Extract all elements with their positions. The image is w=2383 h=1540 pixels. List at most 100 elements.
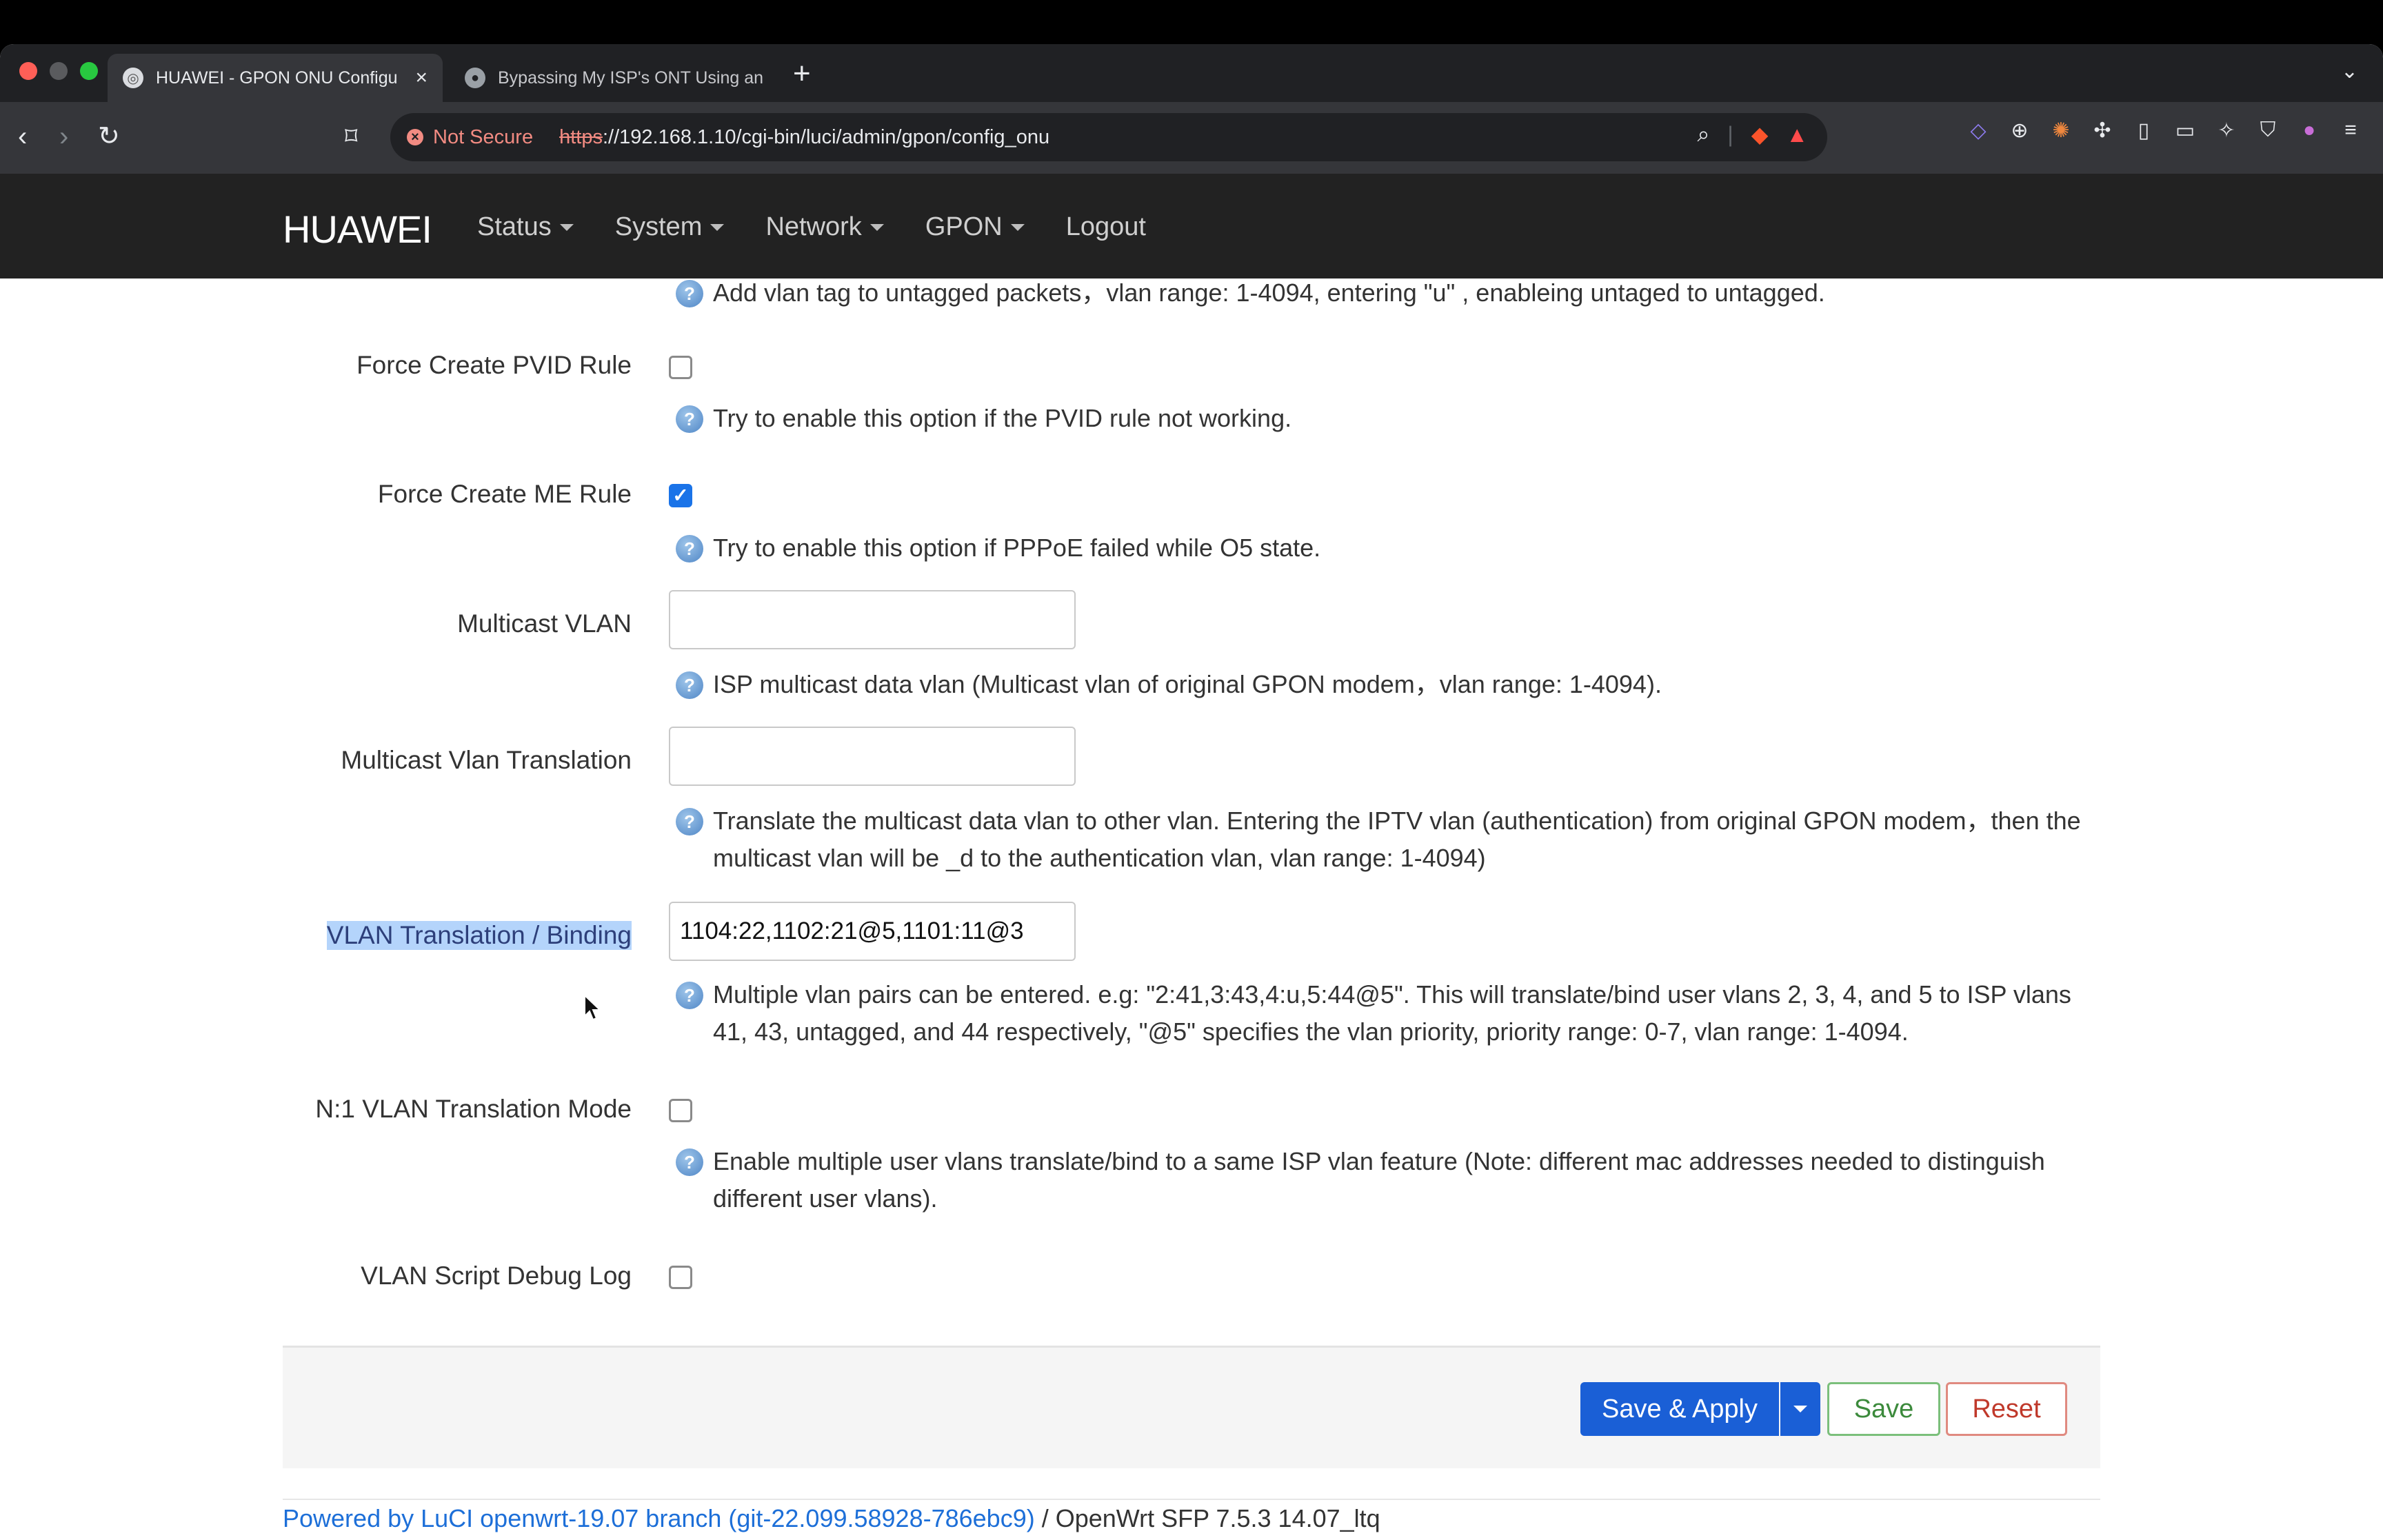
divider: | [1727,121,1733,147]
browser-window: ◎ HUAWEI - GPON ONU Configu × ● Bypassin… [0,44,2383,1540]
force-me-checkbox[interactable]: ✓ [669,484,692,507]
spark-icon[interactable]: ✺ [2048,117,2074,143]
menu-status[interactable]: Status [477,212,574,242]
leo-icon[interactable]: ✧ [2213,117,2240,143]
brave-shield-icon[interactable]: ◆ [1751,121,1769,148]
brave-rewards-icon[interactable]: ▲ [1786,122,1808,148]
menu-icon[interactable]: ≡ [2337,117,2364,143]
footer-divider [283,1499,2100,1500]
extension-icon[interactable]: ◇ [1965,117,1991,143]
menu-network[interactable]: Network [765,212,884,242]
footer-version: / OpenWrt SFP 7.5.3 14.07_ltq [1034,1504,1380,1532]
menu-gpon[interactable]: GPON [925,212,1025,242]
help-line: 41, 43, untagged, and 44 respectively, "… [713,1017,1909,1046]
help-line: Multiple vlan pairs can be entered. e.g:… [713,980,2071,1009]
reset-button[interactable]: Reset [1946,1382,2067,1436]
brand-logo[interactable]: HUAWEI [283,207,432,252]
force-me-help: ? Try to enable this option if PPPoE fai… [676,529,2107,567]
sidebar-icon[interactable]: ▯ [2131,117,2157,143]
menu-logout[interactable]: Logout [1066,212,1146,242]
caret-down-icon [559,223,574,231]
menu-label: System [614,212,703,241]
minimize-window-button[interactable] [50,62,68,80]
extensions-area: ◇ ⊕ ✺ ✣ ▯ ▭ ✧ ⛉ ● ≡ [1965,117,2364,143]
url-scheme: https [559,125,603,148]
n1-mode-label: N:1 VLAN Translation Mode [315,1095,632,1123]
luci-navbar: HUAWEI Status System Network GPON Logout [0,174,2383,278]
caret-down-icon [1793,1406,1807,1412]
save-apply-button[interactable]: Save & Apply [1580,1382,1779,1436]
help-line: different user vlans). [713,1184,938,1213]
menu-label: Network [765,212,862,241]
help-icon: ? [676,280,703,307]
tab-title: HUAWEI - GPON ONU Configu [156,68,398,88]
luci-link[interactable]: Powered by LuCI openwrt-19.07 branch (gi… [283,1504,1035,1532]
force-pvid-checkbox[interactable] [669,356,692,379]
menu-label: GPON [925,212,1003,241]
help-line: Enable multiple user vlans translate/bin… [713,1147,2045,1175]
menu-system[interactable]: System [615,212,725,242]
reload-icon[interactable]: ↻ [98,120,120,153]
help-text: Add vlan tag to untagged packets，vlan ra… [713,278,1825,307]
multicast-translation-label: Multicast Vlan Translation [341,746,632,774]
profile-icon[interactable]: ● [2296,117,2322,143]
help-icon: ? [676,671,703,699]
chevron-down-icon[interactable]: ⌄ [2341,59,2358,83]
close-window-button[interactable] [19,62,37,80]
n1-mode-checkbox[interactable] [669,1099,692,1122]
debug-log-checkbox[interactable] [669,1266,692,1289]
tab-title: Bypassing My ISP's ONT Using an [498,68,764,88]
back-icon[interactable]: ‹ [18,120,27,153]
bookmark-icon[interactable]: ⌑ [345,120,357,153]
tab-inactive[interactable]: ● Bypassing My ISP's ONT Using an [450,54,779,102]
caret-down-icon [869,223,884,231]
vpn-icon[interactable]: ⛉ [2255,117,2281,143]
help-icon: ? [676,535,703,563]
globe-icon: ● [465,68,485,88]
menu-label: Status [477,212,552,241]
help-text: Multiple vlan pairs can be entered. e.g:… [713,976,2071,1051]
help-icon: ? [676,982,703,1009]
forward-icon[interactable]: › [59,120,68,153]
multicast-vlan-help: ? ISP multicast data vlan (Multicast vla… [676,666,2107,703]
footer: Powered by LuCI openwrt-19.07 branch (gi… [283,1504,1380,1533]
n1-mode-help: ? Enable multiple user vlans translate/b… [676,1143,2107,1217]
new-tab-button[interactable]: + [793,57,811,91]
help-text: Enable multiple user vlans translate/bin… [713,1143,2045,1217]
globe-icon: ◎ [123,68,143,88]
help-untagged: ? Add vlan tag to untagged packets，vlan … [676,274,2107,312]
close-icon[interactable]: × [415,66,428,90]
force-pvid-label: Force Create PVID Rule [356,351,632,379]
force-me-label: Force Create ME Rule [377,480,632,508]
page-content: HUAWEI Status System Network GPON Logout… [0,174,2383,1540]
puzzle-icon[interactable]: ✣ [2089,117,2115,143]
caret-down-icon [710,223,725,231]
wallet-icon[interactable]: ▭ [2172,117,2198,143]
globe-icon[interactable]: ⊕ [2007,117,2033,143]
tab-active[interactable]: ◎ HUAWEI - GPON ONU Configu × [108,54,443,102]
vlan-binding-label: VLAN Translation / Binding [326,921,632,950]
help-text: Try to enable this option if the PVID ru… [713,404,1292,432]
help-icon: ? [676,1148,703,1176]
vlan-binding-help: ? Multiple vlan pairs can be entered. e.… [676,976,2107,1051]
browser-toolbar: ‹ › ↻ ⌑ × Not Secure https ://192.168.1.… [0,102,2383,174]
address-bar[interactable]: × Not Secure https ://192.168.1.10/cgi-b… [390,113,1827,161]
main-menu: Status System Network GPON Logout [477,212,1146,242]
multicast-translation-help: ? Translate the multicast data vlan to o… [676,802,2107,877]
help-line: Translate the multicast data vlan to oth… [713,807,2081,835]
save-apply-dropdown[interactable] [1780,1382,1820,1436]
help-icon: ? [676,405,703,433]
multicast-translation-input[interactable] [669,727,1076,786]
save-button[interactable]: Save [1827,1382,1940,1436]
help-line: multicast vlan will be _d to the authent… [713,844,1486,872]
security-label[interactable]: Not Secure [433,126,533,149]
help-text: Translate the multicast data vlan to oth… [713,802,2081,877]
maximize-window-button[interactable] [80,62,98,80]
vlan-binding-input[interactable]: 1104:22,1102:21@5,1101:11@3 [669,902,1076,961]
help-text: Try to enable this option if PPPoE faile… [713,534,1321,562]
help-icon: ? [676,808,703,835]
url-text: ://192.168.1.10/cgi-bin/luci/admin/gpon/… [602,125,1050,148]
zoom-icon[interactable]: ⌕ [1697,121,1709,148]
debug-log-label: VLAN Script Debug Log [361,1262,632,1290]
multicast-vlan-input[interactable] [669,590,1076,649]
